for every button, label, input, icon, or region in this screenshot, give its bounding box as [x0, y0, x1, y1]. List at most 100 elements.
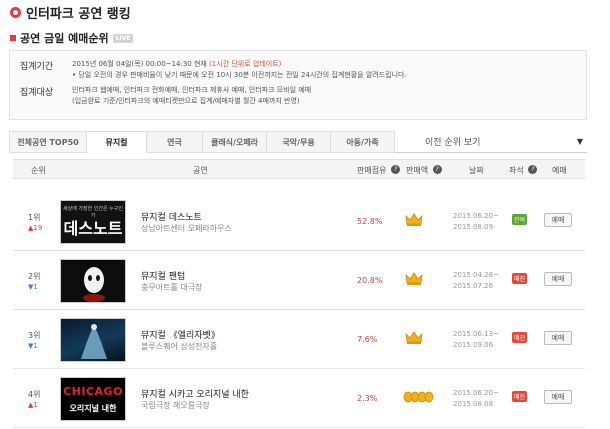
sales-share: 20.8%: [357, 276, 383, 285]
date-end: 2015.08.09: [453, 223, 494, 231]
crown-icon: [405, 213, 423, 226]
poster-image[interactable]: [60, 259, 126, 303]
info-period-row: 집계기간 2015년 06월 04일(목) 00:00~14:30 현재 (1시…: [10, 59, 407, 81]
info-period-note: • 당일 오전의 경우 판매비율이 낮기 때문에 오전 10시 30분 이전까지…: [72, 71, 407, 79]
reserve-button[interactable]: 예매: [544, 272, 572, 286]
previous-rank-label: 이전 순위 보기: [425, 138, 481, 148]
rank-number: 4위: [28, 390, 41, 399]
reserve-button[interactable]: 예매: [544, 213, 572, 227]
rank-cell: 1위 ▲19: [28, 213, 42, 233]
info-box: 집계기간 2015년 06월 04일(목) 00:00~14:30 현재 (1시…: [9, 50, 587, 120]
previous-rank-select[interactable]: 이전 순위 보기 ▼: [397, 131, 587, 152]
info-target-row: 집계대상 인터파크 웹예매, 인터파크 전화예매, 인터파크 제휴사 예매, 인…: [10, 85, 311, 107]
page-title-text: 인터파크 공연 랭킹: [26, 7, 131, 22]
col-share-wrap: 판매점유 ?: [357, 165, 400, 176]
category-tabs: 전체공연 TOP50 뮤지컬 연극 클래식/오페라 국악/무용 아동/가족 이전…: [9, 131, 587, 153]
help-icon[interactable]: ?: [528, 165, 538, 174]
table-row: 2위 ▼1 뮤지컬 팬텀 충무아트홀 대극장 20.8% 2015.04.28~…: [13, 252, 585, 310]
poster-subtext: 오리지널 내한: [69, 404, 117, 413]
live-badge: LIVE: [112, 33, 134, 43]
rank-number: 2위: [28, 272, 41, 281]
table-row: 4위 ▲1 CHICAGO 오리지널 내한 뮤지컬 시카고 오리지널 내한 국립…: [13, 370, 585, 428]
show-name[interactable]: 뮤지컬 시카고 오리지널 내한: [141, 387, 249, 400]
seat-status-badge: 매진: [512, 391, 528, 402]
tab-classic-opera[interactable]: 클래식/오페라: [203, 131, 267, 153]
rank-cell: 2위 ▼1: [28, 272, 40, 292]
date-start: 2015.06.13~: [453, 330, 499, 338]
show-name[interactable]: 뮤지컬 《엘리자벳》: [141, 328, 220, 341]
venue: 블루스퀘어 삼성전자홀: [141, 342, 218, 351]
info-period-content: 2015년 06월 04일(목) 00:00~14:30 현재 (1시간 단위로…: [72, 59, 407, 81]
seat-status-badge: 잔여: [512, 214, 528, 225]
show-name[interactable]: 뮤지컬 데스노트: [141, 210, 202, 223]
section-title-text: 공연 금일 예매순위: [20, 32, 109, 45]
table-row: 3위 ▼1 뮤지컬 《엘리자벳》 블루스퀘어 삼성전자홀 7.6% 2015.0…: [13, 311, 585, 369]
col-seat-wrap: 좌석 ?: [509, 165, 538, 176]
page-title: 인터파크 공연 랭킹: [10, 3, 131, 22]
tab-kids-family[interactable]: 아동/가족: [331, 131, 395, 153]
seat-status-badge: 매진: [512, 332, 528, 343]
venue: 성남아트센터 오페라하우스: [141, 224, 232, 233]
col-show: 공연: [193, 166, 208, 175]
date-start: 2015.04.28~: [453, 271, 499, 279]
sales-share: 2.3%: [357, 394, 378, 403]
poster-title: CHICAGO: [63, 385, 123, 398]
date-start: 2015.06.20~: [453, 212, 499, 220]
venue: 충무아트홀 대극장: [141, 283, 203, 292]
date-cell: 2015.06.20~ 2015.08.09: [453, 211, 499, 233]
tab-gugak-dance[interactable]: 국악/무용: [267, 131, 331, 153]
info-target-text: 인터파크 웹예매, 인터파크 전화예매, 인터파크 제휴사 예매, 인터파크 모…: [72, 86, 312, 94]
poster-image[interactable]: [60, 318, 126, 362]
sales-share: 7.6%: [357, 335, 378, 344]
crown-icon: [405, 272, 423, 285]
crown-icon: [405, 331, 423, 344]
table-header: 순위 공연 판매점유 ? 판매액 ? 날짜 좌석 ? 예매: [13, 159, 585, 179]
rank-change: ▲19: [28, 224, 43, 232]
col-rank: 순위: [31, 166, 46, 175]
info-target-note: (입금완료 기준/인터파크의 예매티켓만으로 집계/예매자별 월간 4매까지 반…: [72, 97, 300, 105]
rank-cell: 3위 ▼1: [28, 331, 40, 351]
help-icon[interactable]: ?: [391, 165, 400, 174]
col-seat: 좌석: [509, 166, 524, 175]
seat-status-badge: 매진: [512, 273, 528, 284]
rank-change: ▼1: [28, 283, 38, 291]
poster-image[interactable]: 세상에 가장한 인간은 누구인가 데스노트: [60, 200, 126, 244]
reserve-button[interactable]: 예매: [544, 331, 572, 345]
rank-change: ▲1: [28, 401, 38, 409]
info-target-content: 인터파크 웹예매, 인터파크 전화예매, 인터파크 제휴사 예매, 인터파크 모…: [72, 85, 311, 107]
info-period-label: 집계기간: [20, 62, 54, 72]
coin-icon: [403, 391, 434, 403]
tab-play[interactable]: 연극: [147, 131, 203, 153]
venue: 국립극장 해오름극장: [141, 401, 210, 410]
table-row: 1위 ▲19 세상에 가장한 인간은 누구인가 데스노트 뮤지컬 데스노트 성남…: [13, 193, 585, 251]
reserve-button[interactable]: 예매: [544, 390, 572, 404]
rank-number: 3위: [28, 331, 41, 340]
date-cell: 2015.06.20~ 2015.08.08: [453, 388, 499, 410]
section-marker-icon: [10, 35, 16, 41]
col-date: 날짜: [469, 166, 484, 175]
date-end: 2015.08.08: [453, 400, 494, 408]
section-title: 공연 금일 예매순위 LIVE: [10, 30, 134, 46]
info-target-label: 집계대상: [20, 88, 54, 98]
poster-image[interactable]: CHICAGO 오리지널 내한: [60, 377, 126, 421]
rank-change: ▼1: [28, 342, 38, 350]
date-end: 2015.09.06: [453, 341, 494, 349]
col-share: 판매점유: [357, 166, 387, 175]
col-grade: 판매액: [406, 166, 429, 175]
rank-cell: 4위 ▲1: [28, 390, 40, 410]
date-end: 2015.07.26: [453, 282, 494, 290]
help-icon[interactable]: ?: [432, 165, 442, 174]
chevron-down-icon[interactable]: ▼: [577, 137, 583, 146]
phantom-mask-icon: [83, 267, 105, 302]
tab-musical[interactable]: 뮤지컬: [87, 131, 147, 153]
show-name[interactable]: 뮤지컬 팬텀: [141, 269, 185, 282]
poster-title: 데스노트: [63, 219, 123, 238]
tab-all-top50[interactable]: 전체공연 TOP50: [9, 131, 87, 153]
col-grade-wrap: 판매액 ?: [406, 165, 442, 176]
info-period-update-link[interactable]: (1시간 단위로 업데이트): [209, 60, 281, 68]
info-period-text: 2015년 06월 04일(목) 00:00~14:30 현재: [72, 60, 207, 68]
elisabeth-figure-icon: [81, 324, 107, 359]
col-reserve: 예매: [552, 166, 567, 175]
title-bullet-icon: [10, 7, 21, 18]
rank-number: 1위: [28, 213, 41, 222]
